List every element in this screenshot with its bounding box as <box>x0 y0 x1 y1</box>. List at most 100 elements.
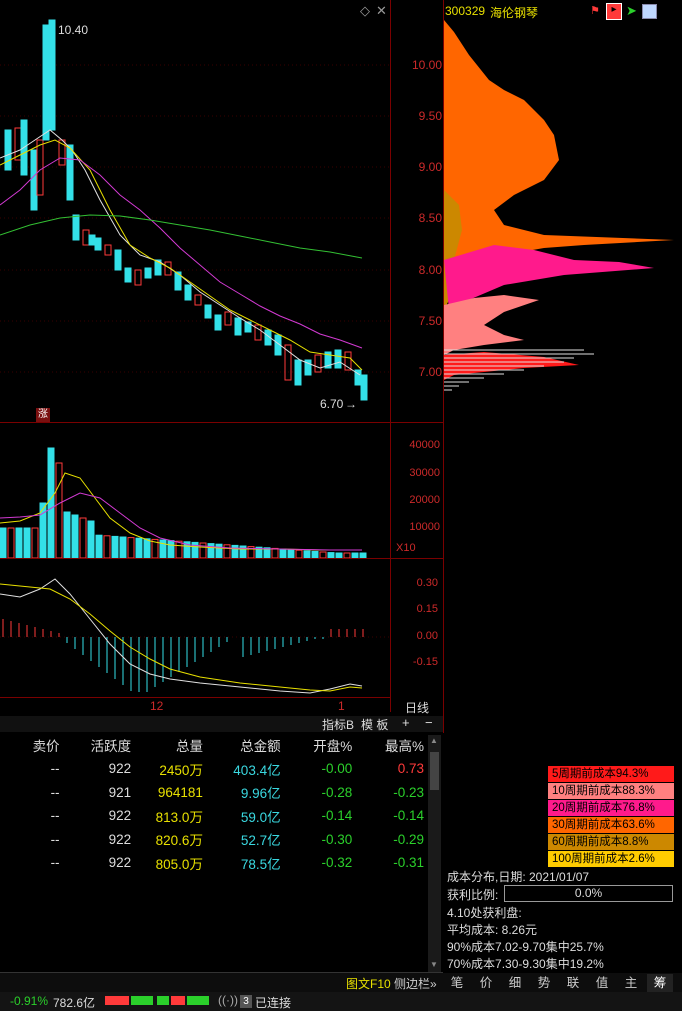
volume-bar <box>23 527 31 558</box>
volume-tick: 40000 <box>409 439 440 451</box>
tab-chou[interactable]: 筹 <box>647 974 673 992</box>
profile-icon[interactable]: ▸ <box>606 3 622 20</box>
template-tab[interactable]: 模 板 <box>361 716 388 733</box>
macd-tick: -0.15 <box>412 656 438 668</box>
volume-bar <box>351 552 359 558</box>
cell-open: -0.28 <box>321 784 353 800</box>
candle <box>294 359 302 386</box>
volume-bar <box>271 547 279 558</box>
index-amount: 782.6亿 <box>53 996 96 1010</box>
table-row[interactable]: -- 922 820.6万 52.7亿 -0.30 -0.29 <box>0 828 430 852</box>
status-bar <box>0 992 682 1011</box>
diamond-icon[interactable]: ◇ <box>360 3 370 19</box>
tab-zhu[interactable]: 主 <box>618 974 644 992</box>
col-activity[interactable]: 活跃度 <box>66 733 138 757</box>
candle <box>114 249 122 271</box>
candle <box>48 19 56 131</box>
candle <box>144 267 152 279</box>
candle <box>94 237 102 251</box>
candle <box>72 214 80 241</box>
cell-activity: 922 <box>108 761 132 777</box>
tab-shi[interactable]: 势 <box>531 974 557 992</box>
macd-chart[interactable] <box>0 559 390 697</box>
connection-count: 3 <box>240 995 252 1008</box>
tab-lian[interactable]: 联 <box>560 974 586 992</box>
table-header: 卖价 活跃度 总量 总金额 开盘% 最高% <box>0 733 430 757</box>
volume-bar <box>127 537 135 558</box>
table-row[interactable]: -- 921 964181 9.96亿 -0.28 -0.23 <box>0 781 430 805</box>
candle <box>214 314 222 331</box>
low-price-label: 6.70 <box>320 397 344 411</box>
volume-bar <box>287 549 295 558</box>
period-button[interactable]: 日线 <box>405 699 429 716</box>
cell-volume: 820.6万 <box>155 833 203 849</box>
connection-status: 已连接 <box>255 996 292 1010</box>
volume-chart[interactable] <box>0 423 390 558</box>
sidebar-button[interactable]: 侧边栏» <box>394 975 437 992</box>
indicator-tab[interactable]: 指标B <box>322 716 354 733</box>
time-tick: 12 <box>150 699 164 713</box>
col-amount[interactable]: 总金额 <box>209 733 287 757</box>
cell-volume: 2450万 <box>159 762 203 778</box>
market-breadth-bar <box>105 996 209 1005</box>
col-open[interactable]: 开盘% <box>287 733 359 757</box>
volume-bar <box>55 462 63 558</box>
volume-bar <box>0 527 7 558</box>
col-high[interactable]: 最高% <box>358 733 430 757</box>
candle <box>88 234 96 246</box>
table-row[interactable]: -- 922 813.0万 59.0亿 -0.14 -0.14 <box>0 804 430 828</box>
volume-bar <box>311 550 319 558</box>
f10-button[interactable]: 图文F10 <box>346 975 391 992</box>
tab-jia[interactable]: 价 <box>473 974 499 992</box>
volume-bar <box>343 552 351 558</box>
tab-zhi[interactable]: 值 <box>589 974 615 992</box>
candle <box>66 144 74 201</box>
cell-volume: 805.0万 <box>155 856 203 872</box>
volume-bar <box>199 542 207 558</box>
volume-unit: X10 <box>396 542 416 554</box>
cell-amount: 9.96亿 <box>240 786 281 802</box>
candle <box>104 244 112 256</box>
volume-bar <box>71 514 79 558</box>
col-volume[interactable]: 总量 <box>137 733 209 757</box>
volume-bar <box>15 527 23 558</box>
candle <box>314 354 322 373</box>
remove-button[interactable]: − <box>425 715 433 730</box>
legend-5: 5周期前成本94.3% <box>548 766 674 782</box>
legend-label: 5周期前成本94.3% <box>552 768 649 780</box>
candle <box>234 317 242 336</box>
tab-xi[interactable]: 细 <box>502 974 528 992</box>
flag-icon[interactable]: ⚑ <box>590 4 602 18</box>
scroll-up-icon[interactable]: ▲ <box>430 736 438 745</box>
table-row[interactable]: -- 922 2450万 403.4亿 -0.00 0.73 <box>0 757 430 781</box>
cost-70: 70%成本7.30-9.30集中19.2% <box>447 957 604 971</box>
candle <box>124 267 132 283</box>
volume-bar <box>79 517 87 558</box>
cost-distribution-chart[interactable] <box>444 20 682 410</box>
cell-open: -0.14 <box>321 808 353 824</box>
table-row[interactable]: -- 922 805.0万 78.5亿 -0.32 -0.31 <box>0 851 430 875</box>
cell-high: -0.31 <box>393 855 424 871</box>
col-sell[interactable]: 卖价 <box>0 733 66 757</box>
cell-activity: 922 <box>108 855 132 871</box>
tab-bi[interactable]: 笔 <box>444 974 470 992</box>
volume-bar <box>63 511 71 558</box>
scrollbar-thumb[interactable] <box>430 752 439 790</box>
cell-volume: 964181 <box>157 784 203 800</box>
grid-icon[interactable] <box>642 4 657 19</box>
volume-bar <box>95 534 103 558</box>
profit-bar: 0.0% <box>504 885 673 902</box>
add-button[interactable]: + <box>402 715 410 730</box>
volume-bar <box>303 550 311 558</box>
candle <box>30 149 38 211</box>
macd-bottom-divider <box>0 697 390 698</box>
legend-30: 30周期前成本63.6% <box>548 817 674 833</box>
scroll-down-icon[interactable]: ▼ <box>430 960 438 969</box>
cell-sell: -- <box>50 831 60 847</box>
cell-high: -0.29 <box>393 831 424 847</box>
volume-bar <box>135 537 143 558</box>
close-icon[interactable]: ✕ <box>376 3 387 19</box>
candle <box>4 129 12 171</box>
price-chart[interactable] <box>0 0 390 422</box>
arrow-icon[interactable]: ➤ <box>626 3 637 19</box>
